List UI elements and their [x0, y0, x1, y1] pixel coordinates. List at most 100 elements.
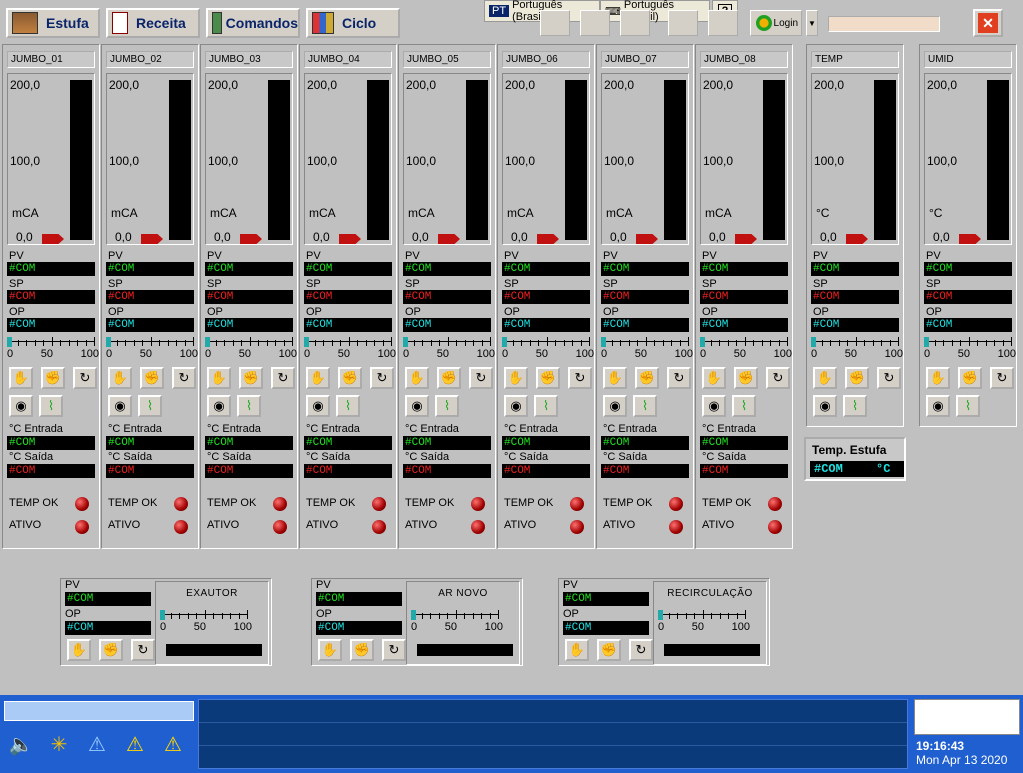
manual-button[interactable]: ✋ [318, 639, 342, 661]
fan-op-slider[interactable] [411, 610, 501, 620]
auto-button[interactable]: ✊ [597, 639, 621, 661]
slider-thumb[interactable] [304, 337, 309, 347]
jumbo-8-op-slider[interactable] [700, 337, 790, 347]
jumbo-1-setpoint-marker[interactable] [42, 234, 64, 244]
jumbo-6-trend-button[interactable]: ⌇ [534, 395, 558, 417]
auto-button[interactable]: ✊ [635, 367, 659, 389]
slider-thumb[interactable] [601, 337, 606, 347]
auto-button[interactable]: ✊ [536, 367, 560, 389]
fan-op-slider[interactable] [658, 610, 748, 620]
reset-button[interactable]: ↻ [629, 639, 653, 661]
umid-setpoint-marker[interactable] [959, 234, 981, 244]
close-button[interactable]: ✕ [973, 9, 1003, 37]
auto-button[interactable]: ✊ [239, 367, 263, 389]
jumbo-2-op-slider[interactable] [106, 337, 196, 347]
jumbo-2-gauge-button[interactable]: ◉ [108, 395, 132, 417]
reset-button[interactable]: ↻ [469, 367, 493, 389]
jumbo-3-trend-button[interactable]: ⌇ [237, 395, 261, 417]
auto-button[interactable]: ✊ [41, 367, 65, 389]
jumbo-7-op-slider[interactable] [601, 337, 691, 347]
jumbo-1-trend-button[interactable]: ⌇ [39, 395, 63, 417]
slider-thumb[interactable] [411, 610, 416, 620]
toolbar-edit-button[interactable] [580, 10, 610, 36]
estufa-button[interactable]: Estufa [6, 8, 100, 38]
reset-button[interactable]: ↻ [568, 367, 592, 389]
reset-button[interactable]: ↻ [766, 367, 790, 389]
slider-thumb[interactable] [924, 337, 929, 347]
jumbo-7-setpoint-marker[interactable] [636, 234, 658, 244]
jumbo-8-setpoint-marker[interactable] [735, 234, 757, 244]
jumbo-6-gauge-button[interactable]: ◉ [504, 395, 528, 417]
auto-button[interactable]: ✊ [140, 367, 164, 389]
manual-button[interactable]: ✋ [926, 367, 950, 389]
manual-button[interactable]: ✋ [108, 367, 132, 389]
jumbo-5-gauge-button[interactable]: ◉ [405, 395, 429, 417]
list-alarm-icon[interactable]: ⚠ [120, 729, 150, 759]
temp-trend-button[interactable]: ⌇ [843, 395, 867, 417]
comandos-button[interactable]: Comandos [206, 8, 300, 38]
slider-thumb[interactable] [658, 610, 663, 620]
ciclo-button[interactable]: Ciclo [306, 8, 400, 38]
auto-button[interactable]: ✊ [734, 367, 758, 389]
auto-button[interactable]: ✊ [437, 367, 461, 389]
toolbar-report-button[interactable] [540, 10, 570, 36]
manual-button[interactable]: ✋ [405, 367, 429, 389]
slider-thumb[interactable] [403, 337, 408, 347]
auto-button[interactable]: ✊ [99, 639, 123, 661]
alarm-warning-icon[interactable]: ⚠ [158, 729, 188, 759]
jumbo-8-gauge-button[interactable]: ◉ [702, 395, 726, 417]
reset-button[interactable]: ↻ [990, 367, 1014, 389]
slider-thumb[interactable] [700, 337, 705, 347]
jumbo-8-trend-button[interactable]: ⌇ [732, 395, 756, 417]
jumbo-1-op-slider[interactable] [7, 337, 97, 347]
jumbo-1-gauge-button[interactable]: ◉ [9, 395, 33, 417]
auto-button[interactable]: ✊ [958, 367, 982, 389]
slider-thumb[interactable] [811, 337, 816, 347]
jumbo-6-op-slider[interactable] [502, 337, 592, 347]
reset-button[interactable]: ↻ [370, 367, 394, 389]
reset-button[interactable]: ↻ [73, 367, 97, 389]
jumbo-4-gauge-button[interactable]: ◉ [306, 395, 330, 417]
temp-setpoint-marker[interactable] [846, 234, 868, 244]
jumbo-7-gauge-button[interactable]: ◉ [603, 395, 627, 417]
slider-thumb[interactable] [205, 337, 210, 347]
jumbo-2-trend-button[interactable]: ⌇ [138, 395, 162, 417]
reset-button[interactable]: ↻ [271, 367, 295, 389]
auto-button[interactable]: ✊ [350, 639, 374, 661]
alarm-filter-field[interactable] [4, 701, 194, 721]
umid-gauge-button[interactable]: ◉ [926, 395, 950, 417]
manual-button[interactable]: ✋ [207, 367, 231, 389]
jumbo-3-op-slider[interactable] [205, 337, 295, 347]
jumbo-3-setpoint-marker[interactable] [240, 234, 262, 244]
jumbo-4-trend-button[interactable]: ⌇ [336, 395, 360, 417]
jumbo-5-op-slider[interactable] [403, 337, 493, 347]
jumbo-5-trend-button[interactable]: ⌇ [435, 395, 459, 417]
slider-thumb[interactable] [106, 337, 111, 347]
login-button[interactable]: Login [750, 10, 802, 36]
manual-button[interactable]: ✋ [67, 639, 91, 661]
login-dropdown[interactable]: ▼ [806, 10, 818, 36]
toolbar-print-button[interactable] [708, 10, 738, 36]
manual-button[interactable]: ✋ [565, 639, 589, 661]
auto-button[interactable]: ✊ [845, 367, 869, 389]
network-alarm-icon[interactable]: ⚠ [82, 729, 112, 759]
toolbar-notes-button[interactable] [668, 10, 698, 36]
auto-button[interactable]: ✊ [338, 367, 362, 389]
jumbo-4-setpoint-marker[interactable] [339, 234, 361, 244]
jumbo-5-setpoint-marker[interactable] [438, 234, 460, 244]
slider-thumb[interactable] [160, 610, 165, 620]
jumbo-7-trend-button[interactable]: ⌇ [633, 395, 657, 417]
manual-button[interactable]: ✋ [702, 367, 726, 389]
reset-button[interactable]: ↻ [131, 639, 155, 661]
speaker-icon[interactable]: 🔈 [6, 729, 36, 759]
slider-thumb[interactable] [502, 337, 507, 347]
reset-button[interactable]: ↻ [667, 367, 691, 389]
fan-op-slider[interactable] [160, 610, 250, 620]
umid-trend-button[interactable]: ⌇ [956, 395, 980, 417]
toolbar-calc-button[interactable] [620, 10, 650, 36]
reset-button[interactable]: ↻ [382, 639, 406, 661]
acknowledge-icon[interactable]: ✳ [44, 729, 74, 759]
slider-thumb[interactable] [7, 337, 12, 347]
manual-button[interactable]: ✋ [306, 367, 330, 389]
manual-button[interactable]: ✋ [603, 367, 627, 389]
